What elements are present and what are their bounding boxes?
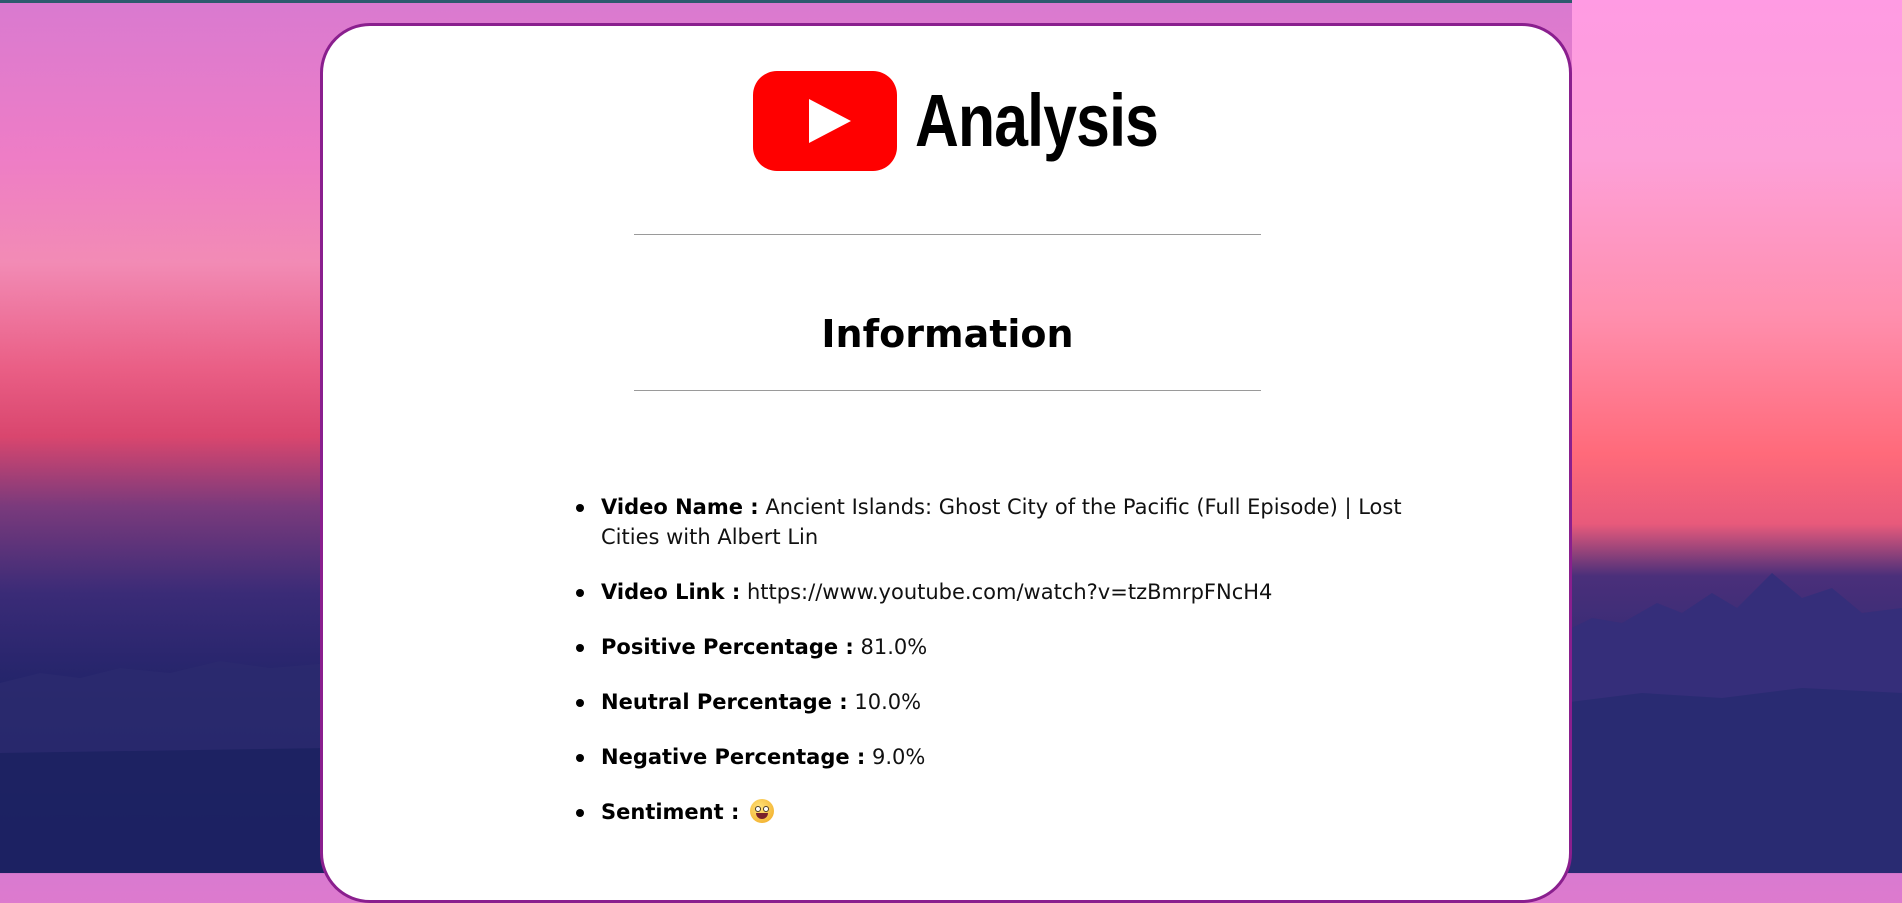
sentiment-label: Sentiment :: [601, 800, 740, 824]
video-link-label: Video Link :: [601, 580, 741, 604]
neutral-value: 10.0%: [854, 690, 922, 714]
mountain-silhouette-right: [1562, 573, 1902, 873]
positive-label: Positive Percentage :: [601, 635, 854, 659]
neutral-label: Neutral Percentage :: [601, 690, 848, 714]
divider-top: [634, 234, 1261, 235]
info-item-video-link: Video Link : https://www.youtube.com/wat…: [571, 577, 1441, 607]
logo-text: Analysis: [915, 79, 1159, 162]
negative-label: Negative Percentage :: [601, 745, 866, 769]
youtube-play-icon: [753, 71, 897, 171]
info-item-video-name: Video Name : Ancient Islands: Ghost City…: [571, 492, 1441, 552]
info-item-neutral: Neutral Percentage : 10.0%: [571, 687, 1441, 717]
grinning-face-emoji-icon: [750, 799, 775, 823]
video-name-label: Video Name :: [601, 495, 759, 519]
video-link-value: https://www.youtube.com/watch?v=tzBmrpFN…: [747, 580, 1273, 604]
negative-value: 9.0%: [872, 745, 926, 769]
mountain-silhouette-left: [0, 661, 330, 873]
section-heading: Information: [821, 312, 1074, 356]
info-item-sentiment: Sentiment :: [571, 797, 1441, 827]
analysis-card: Analysis Information Video Name : Ancien…: [320, 23, 1572, 903]
info-item-positive: Positive Percentage : 81.0%: [571, 632, 1441, 662]
logo: Analysis: [753, 66, 1211, 176]
info-item-negative: Negative Percentage : 9.0%: [571, 742, 1441, 772]
positive-value: 81.0%: [860, 635, 928, 659]
divider-bottom: [634, 390, 1261, 391]
info-list: Video Name : Ancient Islands: Ghost City…: [571, 492, 1441, 852]
